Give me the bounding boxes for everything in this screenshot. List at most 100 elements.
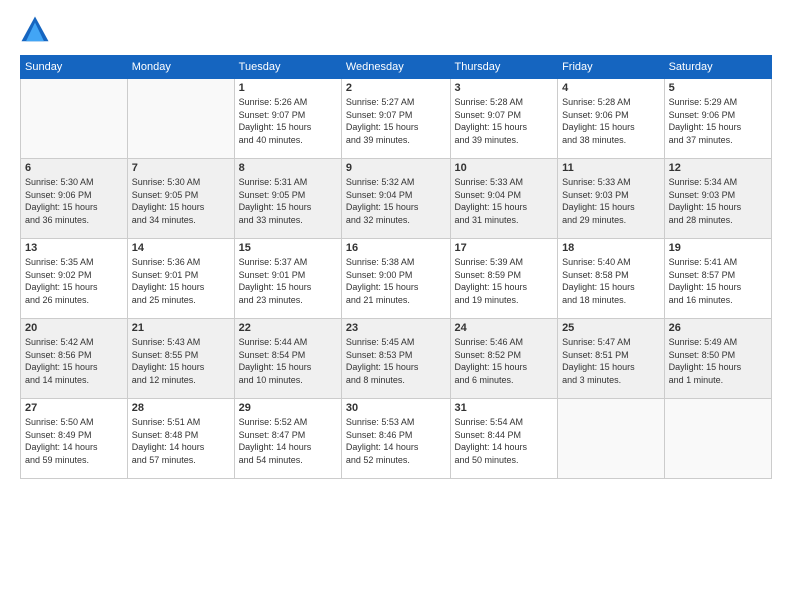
day-number: 1 (239, 82, 337, 94)
weekday-header-wednesday: Wednesday (341, 56, 450, 79)
week-row-1: 1 Sunrise: 5:26 AM Sunset: 9:07 PM Daylig… (21, 79, 772, 159)
calendar-cell (664, 399, 771, 479)
day-info: Sunrise: 5:50 AM Sunset: 8:49 PM Dayligh… (25, 416, 123, 466)
calendar-cell: 8 Sunrise: 5:31 AM Sunset: 9:05 PM Daylig… (234, 159, 341, 239)
day-info: Sunrise: 5:54 AM Sunset: 8:44 PM Dayligh… (455, 416, 554, 466)
day-number: 2 (346, 82, 446, 94)
day-number: 24 (455, 322, 554, 334)
day-number: 20 (25, 322, 123, 334)
day-info: Sunrise: 5:51 AM Sunset: 8:48 PM Dayligh… (132, 416, 230, 466)
day-number: 13 (25, 242, 123, 254)
day-number: 14 (132, 242, 230, 254)
weekday-header-monday: Monday (127, 56, 234, 79)
calendar-cell: 9 Sunrise: 5:32 AM Sunset: 9:04 PM Daylig… (341, 159, 450, 239)
day-number: 23 (346, 322, 446, 334)
calendar-cell (21, 79, 128, 159)
day-number: 9 (346, 162, 446, 174)
calendar-cell (127, 79, 234, 159)
week-row-5: 27 Sunrise: 5:50 AM Sunset: 8:49 PM Dayli… (21, 399, 772, 479)
calendar-cell: 18Sunrise: 5:40 AM Sunset: 8:58 PM Dayli… (558, 239, 665, 319)
day-info: Sunrise: 5:41 AM Sunset: 8:57 PM Dayligh… (669, 256, 767, 306)
day-number: 17 (455, 242, 554, 254)
calendar-cell: 19 Sunrise: 5:41 AM Sunset: 8:57 PM Dayli… (664, 239, 771, 319)
calendar-cell: 7 Sunrise: 5:30 AM Sunset: 9:05 PM Daylig… (127, 159, 234, 239)
calendar-cell: 31 Sunrise: 5:54 AM Sunset: 8:44 PM Dayli… (450, 399, 558, 479)
calendar-cell: 1 Sunrise: 5:26 AM Sunset: 9:07 PM Daylig… (234, 79, 341, 159)
weekday-header-sunday: Sunday (21, 56, 128, 79)
day-info: Sunrise: 5:39 AM Sunset: 8:59 PM Dayligh… (455, 256, 554, 306)
day-info: Sunrise: 5:42 AM Sunset: 8:56 PM Dayligh… (25, 336, 123, 386)
day-info: Sunrise: 5:34 AM Sunset: 9:03 PM Dayligh… (669, 176, 767, 226)
day-info: Sunrise: 5:32 AM Sunset: 9:04 PM Dayligh… (346, 176, 446, 226)
day-info: Sunrise: 5:31 AM Sunset: 9:05 PM Dayligh… (239, 176, 337, 226)
calendar-cell: 16 Sunrise: 5:38 AM Sunset: 9:00 PM Dayli… (341, 239, 450, 319)
calendar-cell: 6Sunrise: 5:30 AM Sunset: 9:06 PM Daylig… (21, 159, 128, 239)
calendar-cell: 15 Sunrise: 5:37 AM Sunset: 9:01 PM Dayli… (234, 239, 341, 319)
weekday-header-tuesday: Tuesday (234, 56, 341, 79)
calendar-cell: 29Sunrise: 5:52 AM Sunset: 8:47 PM Dayli… (234, 399, 341, 479)
day-info: Sunrise: 5:52 AM Sunset: 8:47 PM Dayligh… (239, 416, 337, 466)
logo-icon (20, 15, 50, 45)
calendar-cell: 11 Sunrise: 5:33 AM Sunset: 9:03 PM Dayli… (558, 159, 665, 239)
calendar-cell: 21 Sunrise: 5:43 AM Sunset: 8:55 PM Dayli… (127, 319, 234, 399)
day-number: 6 (25, 162, 123, 174)
day-number: 10 (455, 162, 554, 174)
calendar-cell: 3 Sunrise: 5:28 AM Sunset: 9:07 PM Daylig… (450, 79, 558, 159)
day-info: Sunrise: 5:45 AM Sunset: 8:53 PM Dayligh… (346, 336, 446, 386)
week-row-3: 13Sunrise: 5:35 AM Sunset: 9:02 PM Dayli… (21, 239, 772, 319)
day-number: 15 (239, 242, 337, 254)
calendar-page: SundayMondayTuesdayWednesdayThursdayFrid… (0, 0, 792, 612)
day-number: 19 (669, 242, 767, 254)
day-info: Sunrise: 5:47 AM Sunset: 8:51 PM Dayligh… (562, 336, 660, 386)
day-info: Sunrise: 5:46 AM Sunset: 8:52 PM Dayligh… (455, 336, 554, 386)
calendar-cell (558, 399, 665, 479)
day-number: 28 (132, 402, 230, 414)
calendar-cell: 22Sunrise: 5:44 AM Sunset: 8:54 PM Dayli… (234, 319, 341, 399)
day-number: 7 (132, 162, 230, 174)
day-number: 16 (346, 242, 446, 254)
day-info: Sunrise: 5:33 AM Sunset: 9:04 PM Dayligh… (455, 176, 554, 226)
calendar-cell: 4Sunrise: 5:28 AM Sunset: 9:06 PM Daylig… (558, 79, 665, 159)
weekday-header-row: SundayMondayTuesdayWednesdayThursdayFrid… (21, 56, 772, 79)
calendar-cell: 14Sunrise: 5:36 AM Sunset: 9:01 PM Dayli… (127, 239, 234, 319)
day-info: Sunrise: 5:43 AM Sunset: 8:55 PM Dayligh… (132, 336, 230, 386)
calendar-cell: 2 Sunrise: 5:27 AM Sunset: 9:07 PM Daylig… (341, 79, 450, 159)
day-number: 22 (239, 322, 337, 334)
day-info: Sunrise: 5:49 AM Sunset: 8:50 PM Dayligh… (669, 336, 767, 386)
weekday-header-saturday: Saturday (664, 56, 771, 79)
week-row-2: 6Sunrise: 5:30 AM Sunset: 9:06 PM Daylig… (21, 159, 772, 239)
calendar-cell: 23 Sunrise: 5:45 AM Sunset: 8:53 PM Dayli… (341, 319, 450, 399)
day-info: Sunrise: 5:26 AM Sunset: 9:07 PM Dayligh… (239, 96, 337, 146)
day-info: Sunrise: 5:28 AM Sunset: 9:06 PM Dayligh… (562, 96, 660, 146)
calendar-cell: 30 Sunrise: 5:53 AM Sunset: 8:46 PM Dayli… (341, 399, 450, 479)
day-number: 12 (669, 162, 767, 174)
day-number: 25 (562, 322, 660, 334)
day-info: Sunrise: 5:33 AM Sunset: 9:03 PM Dayligh… (562, 176, 660, 226)
calendar-cell: 28 Sunrise: 5:51 AM Sunset: 8:48 PM Dayli… (127, 399, 234, 479)
day-number: 27 (25, 402, 123, 414)
calendar-cell: 20 Sunrise: 5:42 AM Sunset: 8:56 PM Dayli… (21, 319, 128, 399)
day-info: Sunrise: 5:38 AM Sunset: 9:00 PM Dayligh… (346, 256, 446, 306)
day-number: 31 (455, 402, 554, 414)
day-number: 5 (669, 82, 767, 94)
calendar-cell: 12 Sunrise: 5:34 AM Sunset: 9:03 PM Dayli… (664, 159, 771, 239)
day-info: Sunrise: 5:27 AM Sunset: 9:07 PM Dayligh… (346, 96, 446, 146)
day-info: Sunrise: 5:53 AM Sunset: 8:46 PM Dayligh… (346, 416, 446, 466)
day-info: Sunrise: 5:37 AM Sunset: 9:01 PM Dayligh… (239, 256, 337, 306)
day-number: 8 (239, 162, 337, 174)
day-number: 18 (562, 242, 660, 254)
day-number: 26 (669, 322, 767, 334)
header (20, 15, 772, 45)
day-info: Sunrise: 5:29 AM Sunset: 9:06 PM Dayligh… (669, 96, 767, 146)
day-info: Sunrise: 5:30 AM Sunset: 9:05 PM Dayligh… (132, 176, 230, 226)
day-number: 11 (562, 162, 660, 174)
calendar-cell: 25 Sunrise: 5:47 AM Sunset: 8:51 PM Dayli… (558, 319, 665, 399)
weekday-header-thursday: Thursday (450, 56, 558, 79)
week-row-4: 20 Sunrise: 5:42 AM Sunset: 8:56 PM Dayli… (21, 319, 772, 399)
day-number: 30 (346, 402, 446, 414)
day-info: Sunrise: 5:28 AM Sunset: 9:07 PM Dayligh… (455, 96, 554, 146)
day-number: 21 (132, 322, 230, 334)
calendar-cell: 17 Sunrise: 5:39 AM Sunset: 8:59 PM Dayli… (450, 239, 558, 319)
day-number: 3 (455, 82, 554, 94)
calendar-cell: 13Sunrise: 5:35 AM Sunset: 9:02 PM Dayli… (21, 239, 128, 319)
